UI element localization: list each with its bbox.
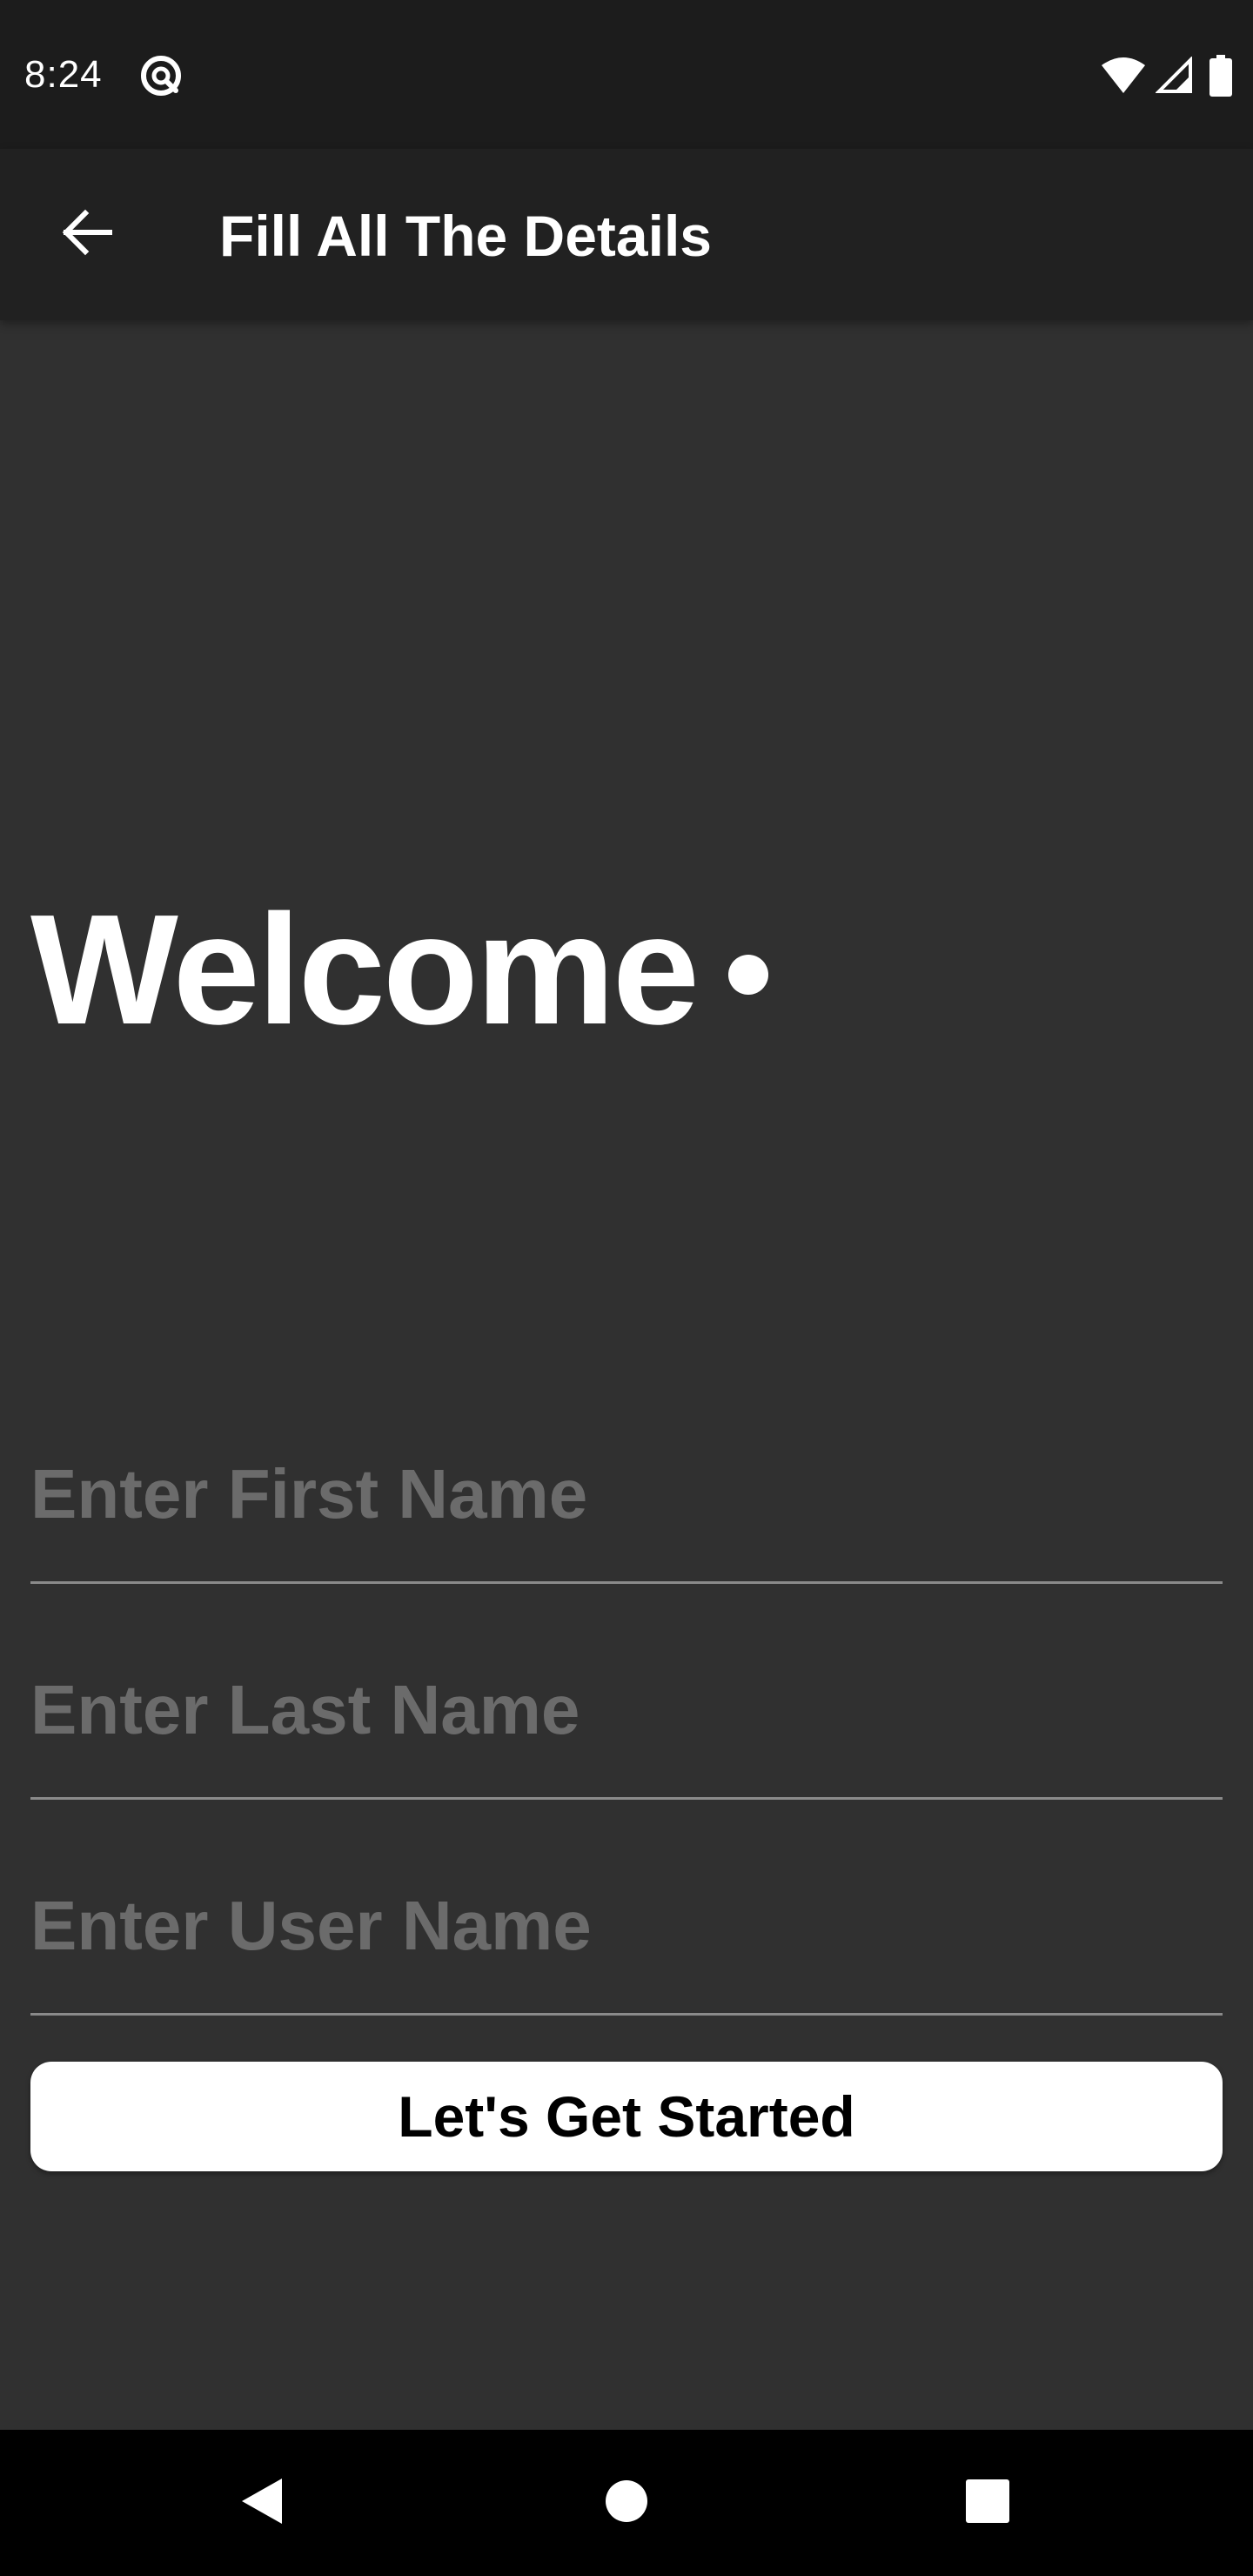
last-name-input[interactable] <box>30 1667 1223 1754</box>
first-name-input[interactable] <box>30 1451 1223 1538</box>
status-icons <box>1100 52 1232 99</box>
back-button[interactable] <box>42 189 132 279</box>
welcome-dot <box>727 955 768 995</box>
at-sign-icon <box>137 52 184 99</box>
wifi-icon <box>1100 57 1147 95</box>
page-title: Fill All The Details <box>219 204 712 268</box>
nav-home-button[interactable] <box>583 2459 670 2546</box>
nav-home-icon <box>604 2479 649 2528</box>
navigation-bar <box>0 2430 1253 2576</box>
last-name-field <box>30 1658 1223 1800</box>
first-name-field <box>30 1442 1223 1584</box>
welcome-row: Welcome <box>30 883 768 1057</box>
nav-back-button[interactable] <box>218 2459 305 2546</box>
cellular-signal-icon <box>1156 57 1194 95</box>
app-bar: Fill All The Details <box>0 149 1253 320</box>
user-name-input[interactable] <box>30 1882 1223 1969</box>
battery-icon <box>1209 55 1232 97</box>
get-started-button[interactable]: Let's Get Started <box>30 2062 1223 2171</box>
user-name-field <box>30 1874 1223 2016</box>
nav-back-icon <box>237 2475 285 2532</box>
status-time: 8:24 <box>24 53 103 96</box>
arrow-left-icon <box>59 205 115 265</box>
status-bar: 8:24 <box>0 0 1253 149</box>
nav-recents-button[interactable] <box>944 2459 1031 2546</box>
nav-recents-icon <box>965 2479 1010 2528</box>
welcome-heading: Welcome <box>30 882 700 1057</box>
